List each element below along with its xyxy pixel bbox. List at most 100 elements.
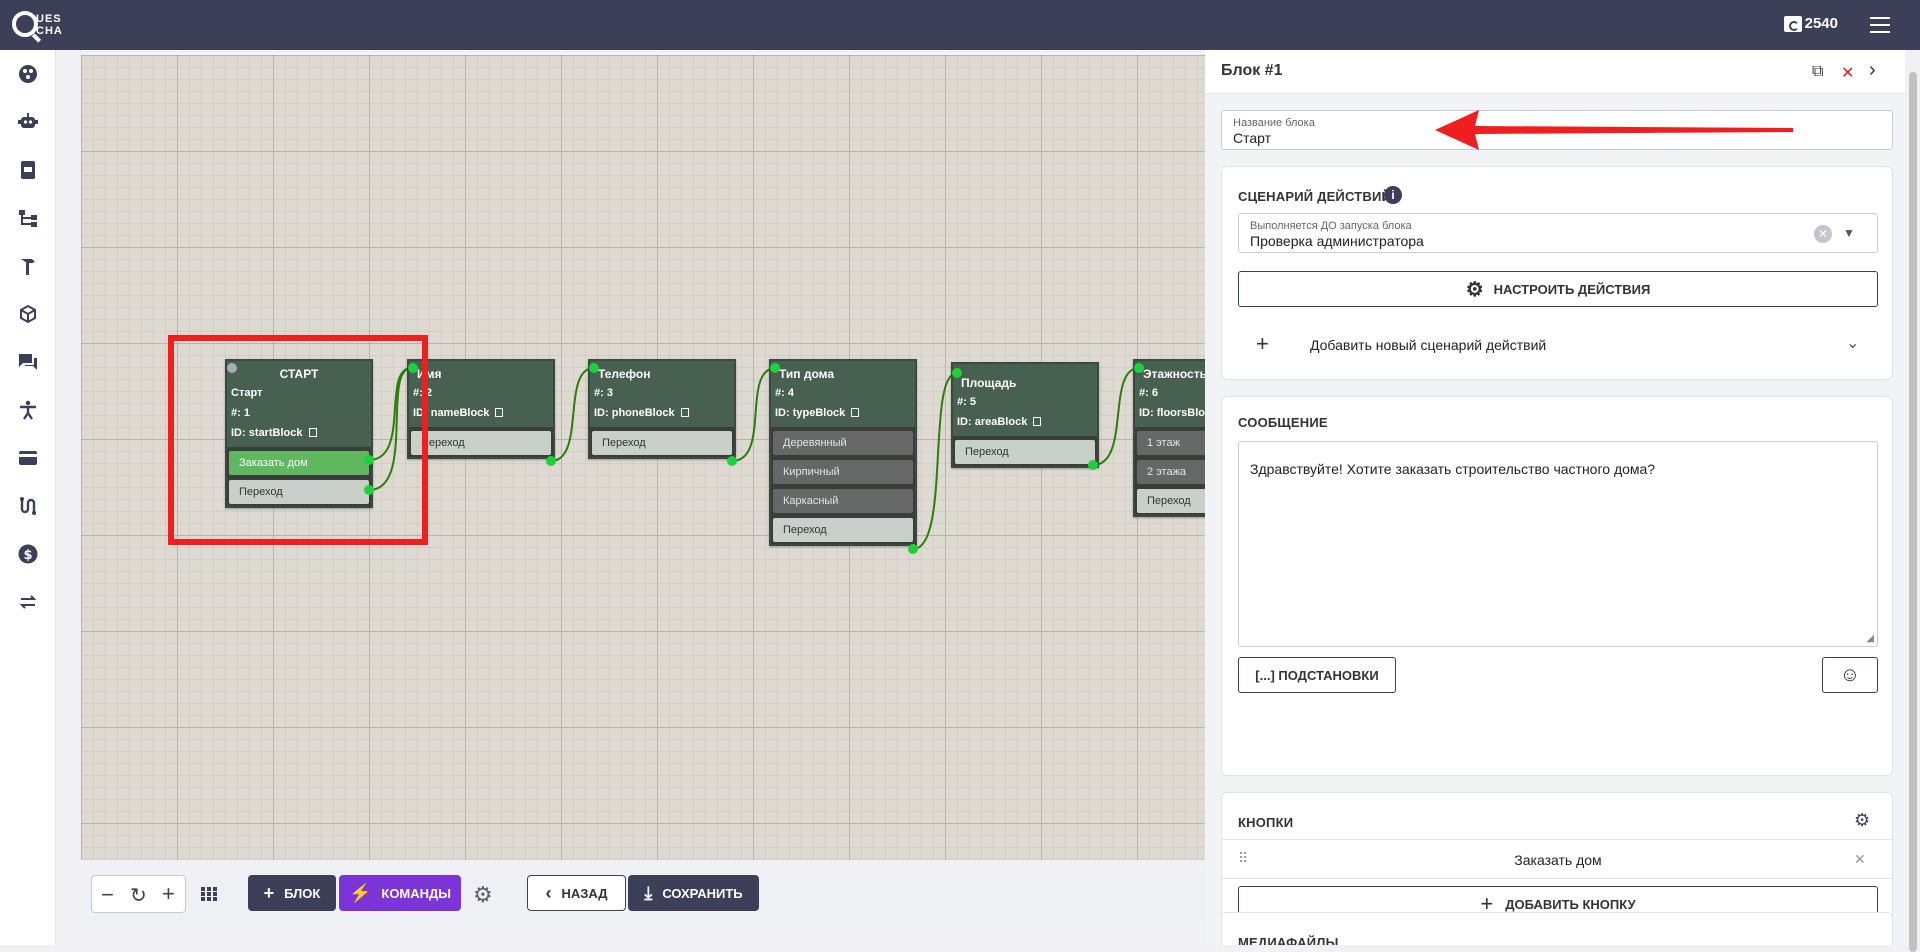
logo-text-line2: CHA [36, 25, 63, 37]
emoji-button[interactable]: ☺ [1822, 657, 1878, 693]
commands-label: КОМАНДЫ [381, 885, 452, 901]
plus-icon: + [263, 882, 275, 903]
scrollbar-thumb[interactable] [1909, 72, 1917, 952]
accessibility-icon[interactable] [16, 398, 40, 422]
flow-canvas[interactable]: СТАРТ Старт #: 1 ID: startBlock Заказать… [81, 55, 1205, 860]
reset-zoom-icon[interactable]: ↻ [130, 883, 147, 908]
settings-gear-icon[interactable]: ⚙ [473, 882, 493, 908]
zoom-out-icon[interactable]: − [101, 882, 114, 908]
message-text: Здравствуйте! Хотите заказать строительс… [1250, 461, 1656, 477]
node-number: #: 6 [1139, 387, 1158, 399]
node-option[interactable]: Переход [955, 440, 1095, 464]
copy-icon[interactable] [851, 408, 860, 417]
cube-icon[interactable] [16, 302, 40, 326]
output-connector[interactable] [546, 456, 556, 466]
flow-node-area[interactable]: Площадь #: 5 ID: areaBlock Переход [951, 362, 1099, 468]
scenario-card: СЦЕНАРИЙ ДЕЙСТВИЙ i Выполняется ДО запус… [1221, 166, 1893, 380]
input-connector[interactable] [770, 363, 780, 373]
node-option[interactable]: Переход [773, 518, 913, 542]
node-option[interactable]: Деревянный [773, 431, 913, 455]
flow-node-phone[interactable]: Телефон #: 3 ID: phoneBlock Переход [588, 359, 736, 459]
node-number: #: 3 [594, 387, 613, 399]
input-connector[interactable] [952, 368, 962, 378]
scenario-select[interactable]: Выполняется ДО запуска блока Проверка ад… [1238, 213, 1878, 253]
buttons-card: КНОПКИ ⚙ ⠿ Заказать дом ✕ + ДОБАВИТЬ КНОП… [1221, 792, 1894, 922]
balance-indicator[interactable]: 2540 [1783, 15, 1838, 32]
close-icon[interactable]: ✕ [1841, 63, 1854, 83]
node-number: #: 2 [413, 387, 432, 399]
node-option[interactable]: Переход [592, 431, 732, 455]
button-list-item[interactable]: ⠿ Заказать дом ✕ [1222, 839, 1894, 879]
chat-icon[interactable] [16, 350, 40, 374]
node-option[interactable]: Каркасный [773, 489, 913, 513]
buttons-settings-gear-icon[interactable]: ⚙ [1854, 810, 1870, 831]
node-option[interactable]: 1 этаж [1137, 431, 1205, 455]
hammer-icon[interactable] [16, 254, 40, 278]
input-connector[interactable] [589, 363, 599, 373]
node-option[interactable]: 2 этажа [1137, 460, 1205, 484]
configure-actions-button[interactable]: ⚙ НАСТРОИТЬ ДЕЙСТВИЯ [1238, 271, 1878, 307]
configure-actions-label: НАСТРОИТЬ ДЕЙСТВИЯ [1493, 281, 1651, 297]
robot-icon[interactable] [16, 110, 40, 134]
route-icon[interactable] [16, 494, 40, 518]
node-id: ID: phoneBlock [594, 407, 675, 419]
copy-icon[interactable] [495, 408, 504, 417]
substitutions-button[interactable]: [...] ПОДСТАНОВКИ [1238, 657, 1396, 693]
logo-mark [12, 11, 38, 37]
output-connector[interactable] [727, 456, 737, 466]
clear-icon[interactable]: ✕ [1814, 225, 1832, 243]
hamburger-menu-icon[interactable] [1870, 17, 1890, 33]
app-logo[interactable]: UES CHA [12, 8, 72, 42]
add-scenario-label: Добавить новый сценарий действий [1310, 337, 1547, 353]
chevron-right-icon[interactable]: › [1869, 59, 1876, 82]
flow-node-name[interactable]: Имя #: 2 ID: nameBlock Переход [407, 359, 555, 459]
zoom-controls: − ↻ + [91, 875, 186, 913]
card-icon[interactable] [16, 446, 40, 470]
zoom-in-icon[interactable]: + [162, 881, 175, 907]
gear-icon: ⚙ [1465, 278, 1484, 301]
block-settings-panel: Блок #1 ⧉ ✕ › Название блока Старт СЦЕНА… [1205, 50, 1905, 945]
save-label: СОХРАНИТЬ [662, 885, 743, 901]
copy-icon[interactable] [680, 408, 689, 417]
dollar-icon[interactable]: $ [16, 542, 40, 566]
chevron-left-icon: ‹ [545, 882, 552, 903]
node-title: Телефон [598, 367, 651, 381]
node-option[interactable]: Переход [411, 431, 551, 455]
panel-title: Блок #1 [1221, 62, 1283, 79]
dashboard-icon[interactable] [16, 62, 40, 86]
copy-block-icon[interactable]: ⧉ [1812, 63, 1823, 81]
node-id: ID: floorsBlock [1139, 407, 1205, 419]
message-textarea[interactable]: Здравствуйте! Хотите заказать строительс… [1238, 441, 1878, 647]
copy-icon[interactable] [1033, 417, 1042, 426]
add-scenario-row[interactable]: + Добавить новый сценарий действий ⌄ [1238, 327, 1878, 363]
output-connector[interactable] [908, 544, 918, 554]
flow-node-floors[interactable]: Этажность #: 6 ID: floorsBlock 1 этаж 2 … [1133, 359, 1205, 517]
flow-node-house-type[interactable]: Тип дома #: 4 ID: typeBlock Деревянный К… [769, 359, 917, 546]
output-connector[interactable] [1088, 460, 1098, 470]
commands-button[interactable]: ⚡ КОМАНДЫ [339, 875, 461, 911]
input-connector[interactable] [1134, 363, 1144, 373]
message-title: СООБЩЕНИЕ [1238, 415, 1328, 430]
remove-button-icon[interactable]: ✕ [1854, 851, 1866, 868]
buttons-title: КНОПКИ [1238, 815, 1294, 830]
resize-handle-icon[interactable]: ◢ [1866, 633, 1874, 644]
info-icon[interactable]: i [1384, 186, 1402, 204]
add-block-button[interactable]: + БЛОК [248, 875, 336, 911]
logo-text-line1: UES [36, 13, 62, 25]
node-option[interactable]: Кирпичный [773, 460, 913, 484]
device-icon[interactable] [16, 158, 40, 182]
node-option[interactable]: Переход [1137, 489, 1205, 513]
grid-icon[interactable] [201, 887, 217, 901]
node-id: ID: typeBlock [775, 407, 846, 419]
dropdown-arrow-icon[interactable]: ▼ [1843, 226, 1855, 240]
save-button[interactable]: ⤓ СОХРАНИТЬ [628, 875, 759, 911]
page-scrollbar[interactable] [1905, 50, 1920, 952]
chevron-down-icon[interactable]: ⌄ [1846, 333, 1859, 353]
scenario-title: СЦЕНАРИЙ ДЕЙСТВИЙ [1238, 189, 1392, 204]
balance-value: 2540 [1804, 15, 1838, 32]
swap-icon[interactable] [16, 590, 40, 614]
tree-icon[interactable] [16, 206, 40, 230]
back-button[interactable]: ‹ НАЗАД [527, 875, 626, 911]
node-number: #: 4 [775, 387, 794, 399]
block-name-label: Название блока [1233, 117, 1315, 129]
